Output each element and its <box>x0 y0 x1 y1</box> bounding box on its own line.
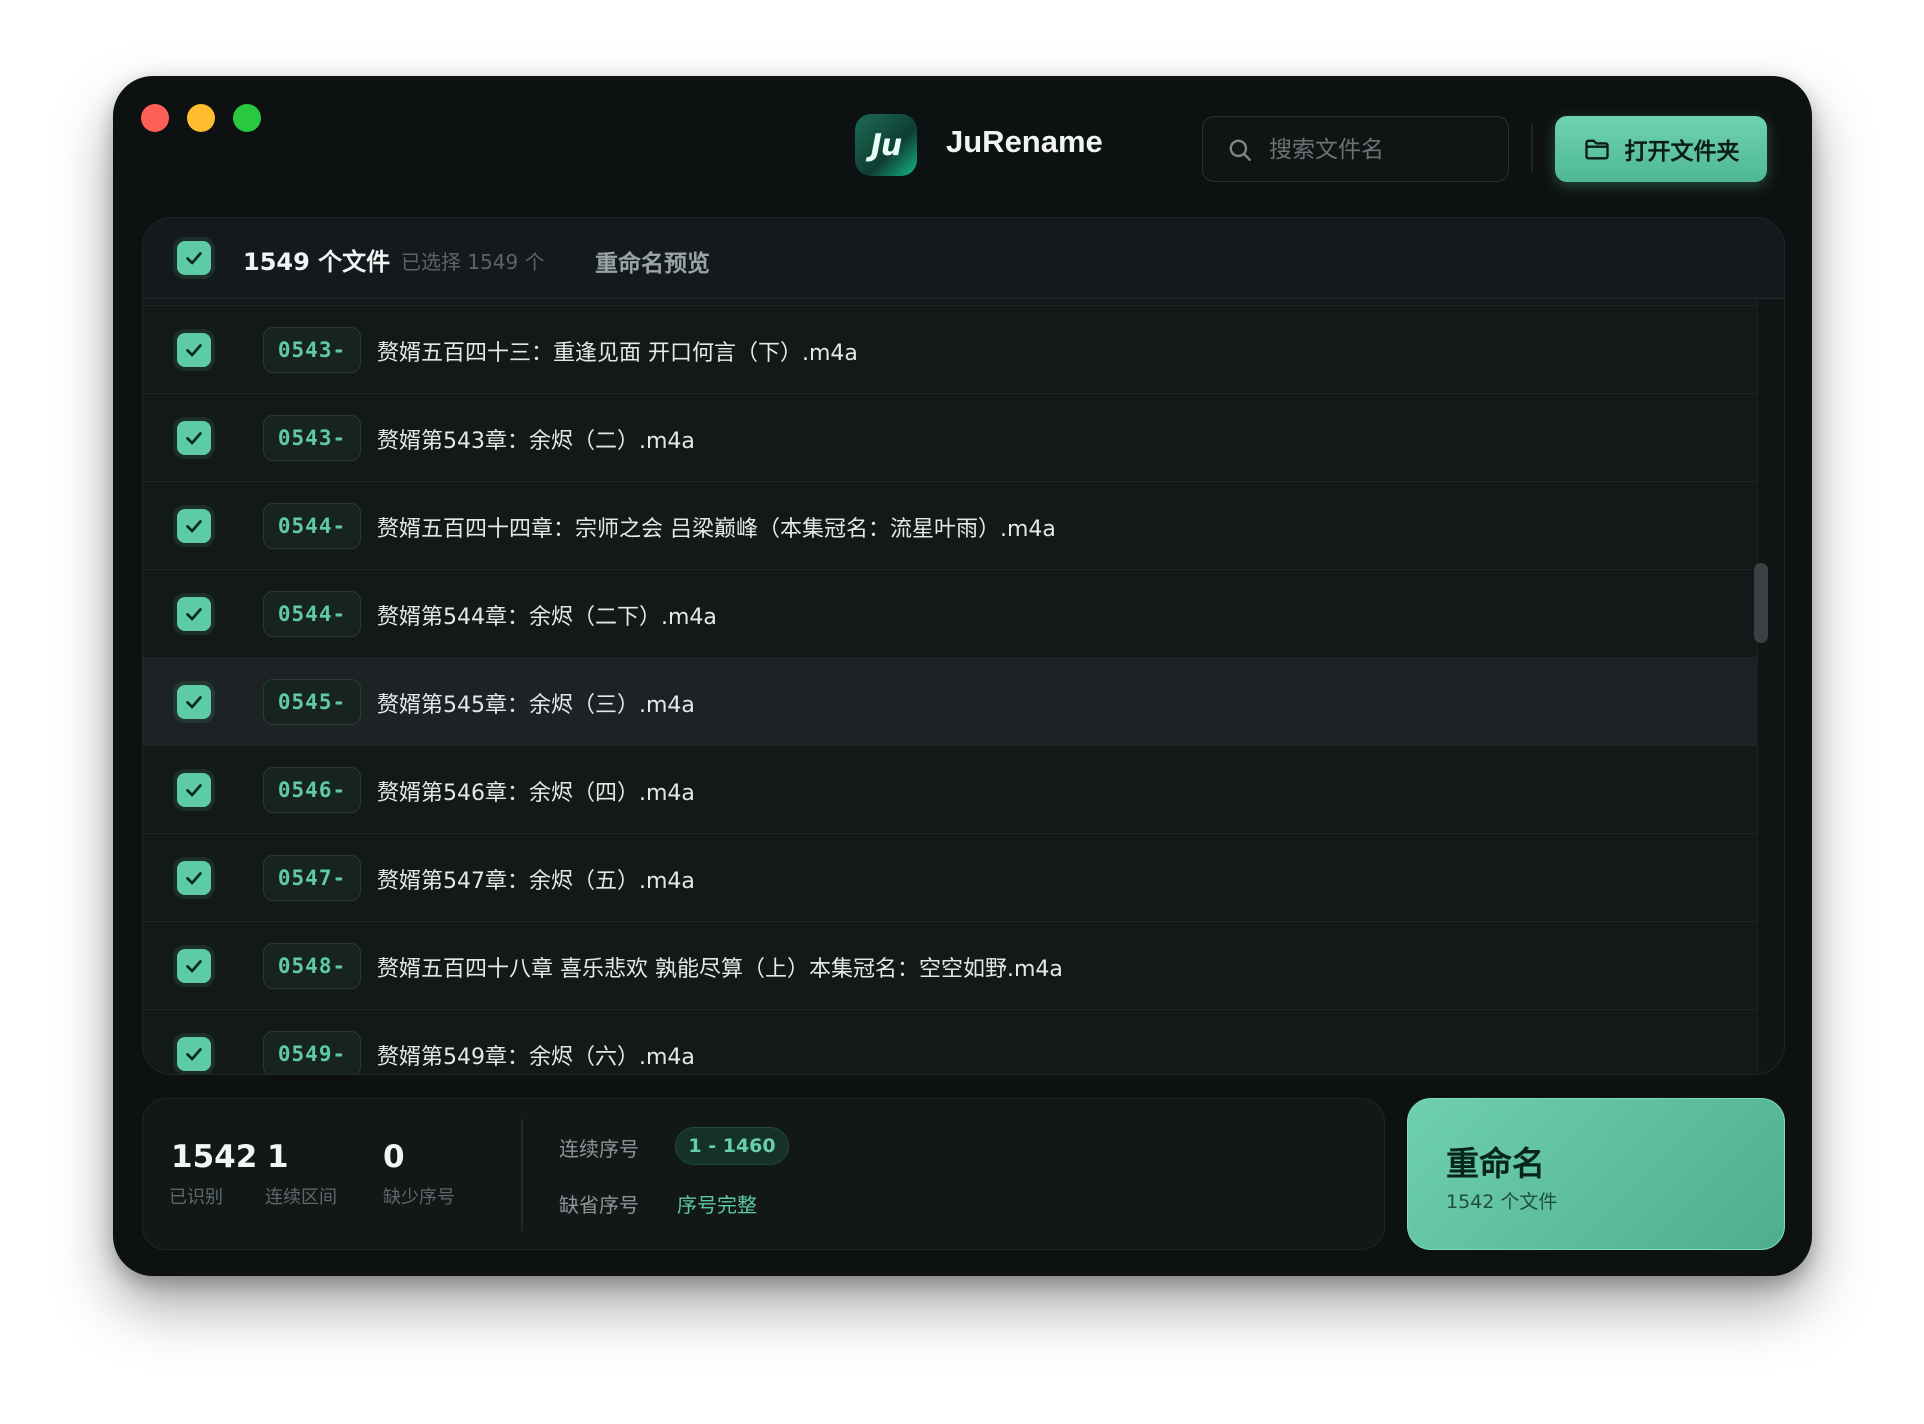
table-row[interactable] <box>143 298 1760 306</box>
file-name: 赘婿第545章：余烬（三）.m4a <box>377 693 695 718</box>
row-checkbox[interactable] <box>177 597 211 631</box>
missing-sequence-label: 缺省序号 <box>559 1193 639 1217</box>
row-checkbox[interactable] <box>177 685 211 719</box>
selected-count: 已选择 1549 个 <box>401 250 545 274</box>
sequence-number-badge: 0546- <box>263 767 361 813</box>
checkmark-icon <box>186 784 202 797</box>
open-folder-label: 打开文件夹 <box>1624 139 1740 165</box>
maximize-window-button[interactable] <box>233 104 261 132</box>
checkmark-icon <box>186 520 202 533</box>
missing-count: 0 <box>383 1139 405 1175</box>
file-name: 赘婿五百四十三：重逢见面 开口何言（下）.m4a <box>377 341 858 366</box>
sequence-label: 连续序号 <box>559 1137 639 1161</box>
file-name: 赘婿第544章：余烬（二下）.m4a <box>377 605 717 630</box>
close-window-button[interactable] <box>141 104 169 132</box>
row-checkbox[interactable] <box>177 333 211 367</box>
app-title: JuRename <box>946 124 1103 159</box>
file-name: 赘婿第543章：余烬（二）.m4a <box>377 429 695 454</box>
list-header: 1549 个文件 已选择 1549 个 重命名预览 <box>143 218 1784 299</box>
checkmark-icon <box>186 344 202 357</box>
minimize-window-button[interactable] <box>187 104 215 132</box>
sequence-number-badge: 0545- <box>263 679 361 725</box>
stats-panel: 1542 已识别 1 连续区间 0 缺少序号 连续序号 1 - 1460 缺省序… <box>142 1098 1385 1250</box>
app-window: Ju JuRename 打开文件夹 1549 个文件 已选择 1549 个 重命… <box>113 76 1812 1276</box>
row-checkbox[interactable] <box>177 861 211 895</box>
row-checkbox[interactable] <box>177 421 211 455</box>
missing-sequence-status: 序号完整 <box>677 1193 757 1217</box>
file-name: 赘婿五百四十八章 喜乐悲欢 孰能尽算（上）本集冠名：空空如野.m4a <box>377 957 1063 982</box>
stats-divider <box>521 1119 523 1231</box>
select-all-checkbox[interactable] <box>177 241 211 275</box>
table-row[interactable]: 0546- 赘婿第546章：余烬（四）.m4a <box>143 746 1760 834</box>
rename-button-subtitle: 1542 个文件 <box>1446 1191 1558 1213</box>
folder-icon <box>1584 139 1609 160</box>
recognized-count: 1542 <box>171 1139 258 1175</box>
search-input[interactable] <box>1267 117 1491 183</box>
table-row[interactable]: 0543- 赘婿五百四十三：重逢见面 开口何言（下）.m4a <box>143 306 1760 394</box>
file-name: 赘婿第547章：余烬（五）.m4a <box>377 869 695 894</box>
rename-button[interactable]: 重命名 1542 个文件 <box>1407 1098 1785 1250</box>
checkmark-icon <box>186 432 202 445</box>
row-checkbox[interactable] <box>177 509 211 543</box>
sequence-range-badge: 1 - 1460 <box>675 1127 789 1165</box>
file-rows[interactable]: 0543- 赘婿五百四十三：重逢见面 开口何言（下）.m4a 0543- 赘婿第543… <box>143 298 1760 1074</box>
table-row[interactable]: 0543- 赘婿第543章：余烬（二）.m4a <box>143 394 1760 482</box>
file-count: 1549 个文件 <box>243 248 391 276</box>
table-row[interactable]: 0549- 赘婿第549章：余烬（六）.m4a <box>143 1010 1760 1074</box>
table-row[interactable]: 0548- 赘婿五百四十八章 喜乐悲欢 孰能尽算（上）本集冠名：空空如野.m4a <box>143 922 1760 1010</box>
table-row[interactable]: 0547- 赘婿第547章：余烬（五）.m4a <box>143 834 1760 922</box>
rename-preview-title: 重命名预览 <box>595 251 710 277</box>
sequence-number-badge: 0543- <box>263 415 361 461</box>
checkmark-icon <box>186 608 202 621</box>
recognized-label: 已识别 <box>169 1187 223 1208</box>
missing-label: 缺少序号 <box>383 1187 455 1208</box>
ranges-label: 连续区间 <box>265 1187 337 1208</box>
search-icon <box>1229 139 1251 161</box>
table-row[interactable]: 0544- 赘婿第544章：余烬（二下）.m4a <box>143 570 1760 658</box>
ranges-count: 1 <box>267 1139 289 1175</box>
open-folder-button[interactable]: 打开文件夹 <box>1555 116 1767 182</box>
table-row[interactable]: 0544- 赘婿五百四十四章：宗师之会 吕梁巅峰（本集冠名：流星叶雨）.m4a <box>143 482 1760 570</box>
sequence-number-badge: 0544- <box>263 503 361 549</box>
sequence-number-badge: 0544- <box>263 591 361 637</box>
scroll-track <box>1757 298 1784 1074</box>
sequence-number-badge: 0543- <box>263 327 361 373</box>
sequence-number-badge: 0548- <box>263 943 361 989</box>
checkmark-icon <box>186 960 202 973</box>
file-name: 赘婿第549章：余烬（六）.m4a <box>377 1045 695 1070</box>
checkmark-icon <box>186 872 202 885</box>
toolbar-divider <box>1531 124 1533 172</box>
sequence-number-badge: 0549- <box>263 1031 361 1074</box>
sequence-number-badge: 0547- <box>263 855 361 901</box>
table-row[interactable]: 0545- 赘婿第545章：余烬（三）.m4a <box>143 658 1760 746</box>
file-name: 赘婿五百四十四章：宗师之会 吕梁巅峰（本集冠名：流星叶雨）.m4a <box>377 517 1056 542</box>
file-list-panel: 1549 个文件 已选择 1549 个 重命名预览 0543- 赘婿五百四十三：重… <box>142 217 1785 1075</box>
row-checkbox[interactable] <box>177 1037 211 1071</box>
search-box[interactable] <box>1202 116 1509 183</box>
file-name: 赘婿第546章：余烬（四）.m4a <box>377 781 695 806</box>
rename-button-title: 重命名 <box>1446 1144 1545 1183</box>
checkmark-icon <box>186 1048 202 1061</box>
checkmark-icon <box>186 252 202 265</box>
checkmark-icon <box>186 696 202 709</box>
app-logo-icon: Ju <box>855 114 917 176</box>
scrollbar-thumb[interactable] <box>1754 563 1768 643</box>
row-checkbox[interactable] <box>177 949 211 983</box>
row-checkbox[interactable] <box>177 773 211 807</box>
